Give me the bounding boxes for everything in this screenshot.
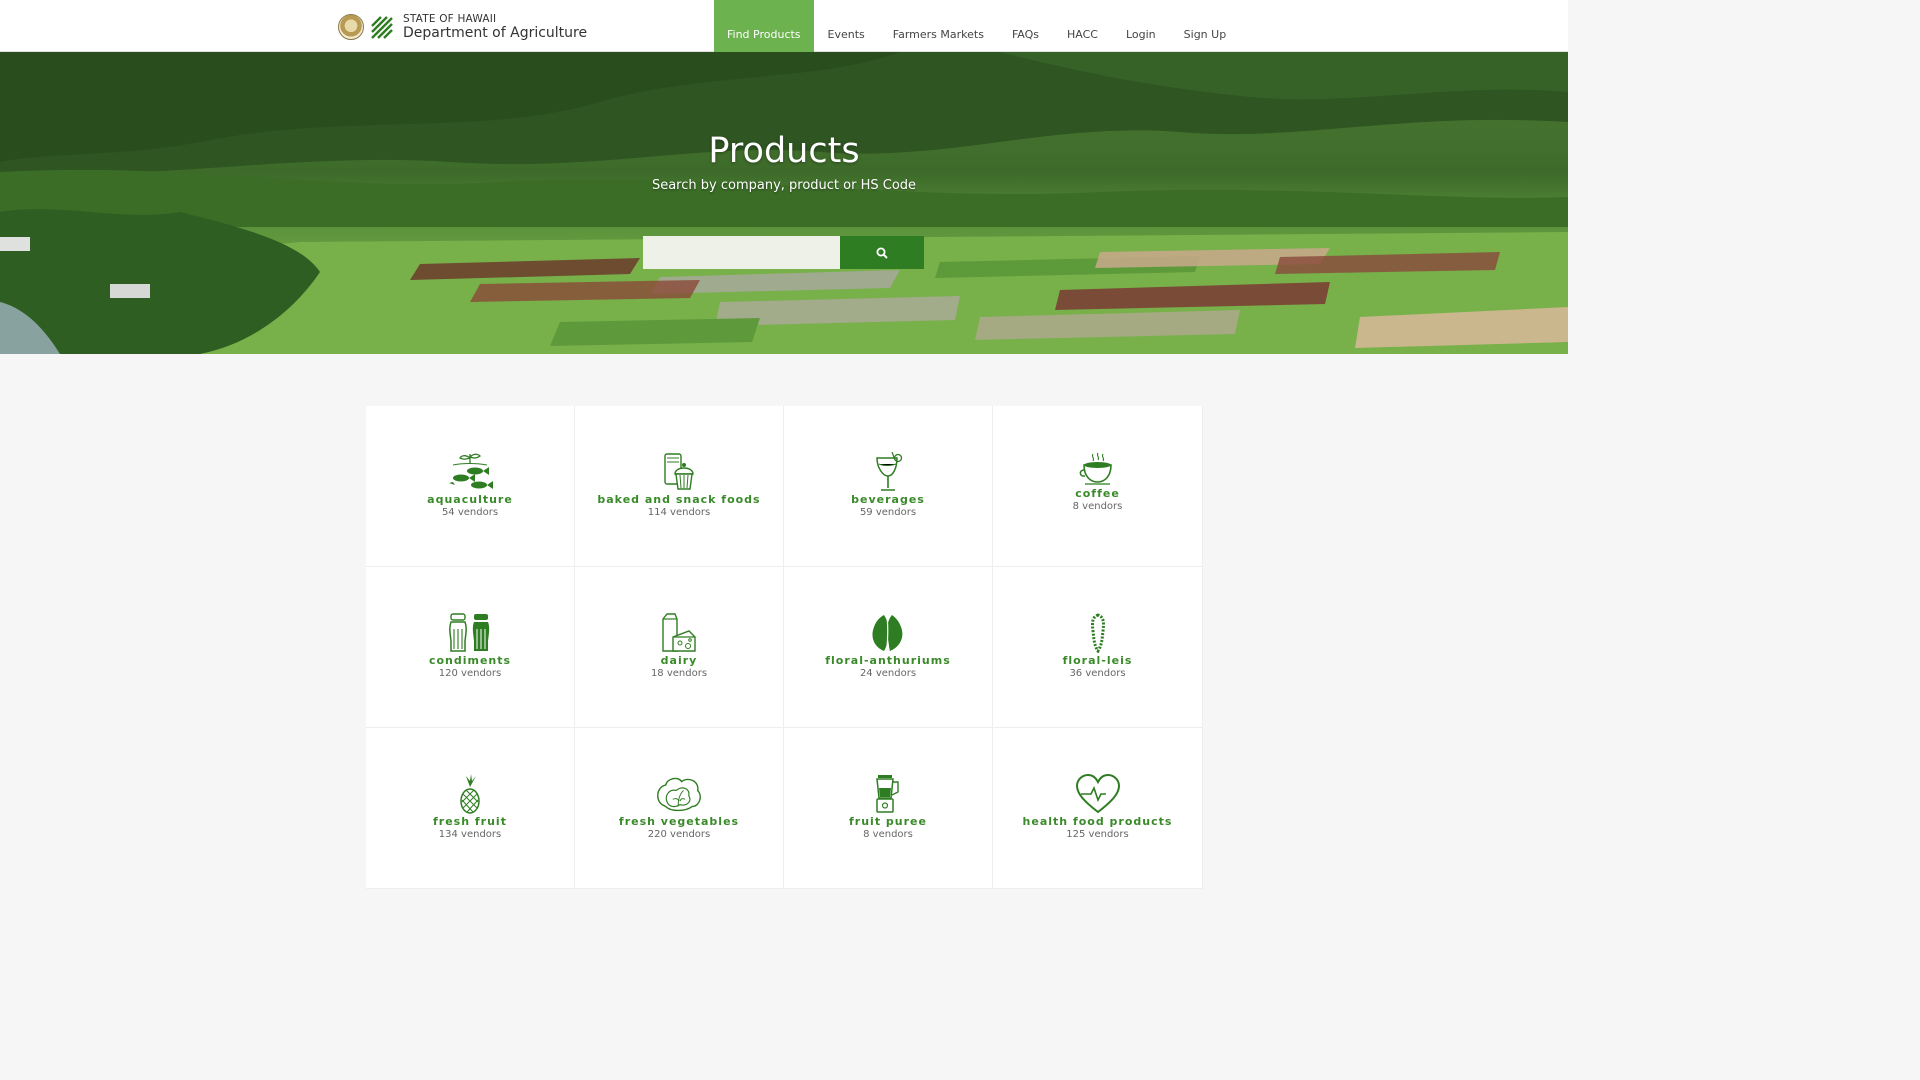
category-name: fresh vegetables <box>618 815 740 828</box>
nav-login[interactable]: Login <box>1112 0 1170 52</box>
category-card-health-food-products[interactable]: health food products 125 vendors <box>993 728 1203 889</box>
category-vendor-count: 54 vendors <box>441 507 499 518</box>
category-name: fresh fruit <box>433 815 507 828</box>
category-name: coffee <box>1075 487 1120 500</box>
category-card-condiments[interactable]: condiments 120 vendors <box>366 567 575 728</box>
baked-goods-icon <box>664 453 694 490</box>
category-name: health food products <box>1022 815 1173 828</box>
search-icon <box>876 247 888 259</box>
page-title: Products <box>708 131 860 171</box>
category-card-beverages[interactable]: beverages 59 vendors <box>784 406 993 567</box>
milk-cheese-icon <box>662 613 696 652</box>
hero-banner: Products Search by company, product or H… <box>0 52 1568 354</box>
cocktail-glass-icon <box>876 452 903 491</box>
category-vendor-count: 24 vendors <box>859 668 917 679</box>
anthurium-icon <box>872 615 903 651</box>
page-subtitle: Search by company, product or HS Code <box>651 178 917 193</box>
category-card-fresh-fruit[interactable]: fresh fruit 134 vendors <box>366 728 575 889</box>
brand-logo-link[interactable]: STATE OF HAWAII Department of Agricultur… <box>338 12 587 42</box>
state-seal-icon <box>338 14 364 40</box>
category-vendor-count: 114 vendors <box>647 507 711 518</box>
nav-hacc[interactable]: HACC <box>1053 0 1112 52</box>
category-name: beverages <box>851 493 925 506</box>
salt-pepper-shakers-icon <box>449 613 490 652</box>
category-card-floral-leis[interactable]: floral-leis 36 vendors <box>993 567 1203 728</box>
category-vendor-count: 36 vendors <box>1069 668 1126 679</box>
category-card-fresh-vegetables[interactable]: fresh vegetables 220 vendors <box>575 728 784 889</box>
main-nav: Find Products Events Farmers Markets FAQ… <box>714 0 1240 52</box>
category-name: fruit puree <box>849 815 927 828</box>
category-vendor-count: 8 vendors <box>1072 501 1123 512</box>
category-vendor-count: 18 vendors <box>650 668 708 679</box>
product-search-input[interactable] <box>643 236 840 269</box>
category-card-aquaculture[interactable]: aquaculture 54 vendors <box>366 406 575 567</box>
search-button[interactable] <box>840 236 924 269</box>
category-vendor-count: 220 vendors <box>647 829 711 840</box>
category-card-baked-and-snack-foods[interactable]: baked and snack foods 114 vendors <box>575 406 784 567</box>
landscape-background-image <box>0 52 1568 354</box>
aquaculture-icon <box>449 453 493 489</box>
category-name: condiments <box>428 654 512 667</box>
category-name: floral-leis <box>1062 654 1133 667</box>
category-vendor-count: 59 vendors <box>859 507 917 518</box>
brand-main-line: Department of Agriculture <box>403 24 588 41</box>
category-card-floral-anthuriums[interactable]: floral-anthuriums 24 vendors <box>784 567 993 728</box>
category-card-fruit-puree[interactable]: fruit puree 8 vendors <box>784 728 993 889</box>
category-vendor-count: 125 vendors <box>1066 829 1129 840</box>
heart-icon <box>1075 774 1120 814</box>
nav-farmers-markets[interactable]: Farmers Markets <box>879 0 998 52</box>
category-card-dairy[interactable]: dairy 18 vendors <box>575 567 784 728</box>
blender-icon <box>876 775 899 813</box>
pineapple-icon <box>460 774 480 814</box>
category-vendor-count: 8 vendors <box>863 829 913 840</box>
nav-events[interactable]: Events <box>814 0 879 52</box>
category-name: baked and snack foods <box>597 493 761 506</box>
nav-faqs[interactable]: FAQs <box>998 0 1053 52</box>
cabbage-icon <box>657 777 701 812</box>
category-name: aquaculture <box>427 493 513 506</box>
nav-find-products[interactable]: Find Products <box>714 0 814 52</box>
category-card-coffee[interactable]: coffee 8 vendors <box>993 406 1203 567</box>
site-header: STATE OF HAWAII Department of Agricultur… <box>0 0 1568 52</box>
lei-icon <box>1090 613 1105 653</box>
nav-sign-up[interactable]: Sign Up <box>1170 0 1241 52</box>
coffee-cup-icon <box>1079 452 1112 485</box>
department-logo-icon <box>371 16 393 39</box>
category-name: floral-anthuriums <box>825 654 951 667</box>
category-name: dairy <box>660 654 698 667</box>
category-grid: aquaculture 54 vendors baked and snack f… <box>366 406 1203 889</box>
category-vendor-count: 134 vendors <box>438 829 502 840</box>
category-vendor-count: 120 vendors <box>438 668 502 679</box>
brand-top-line: STATE OF HAWAII <box>403 12 497 25</box>
